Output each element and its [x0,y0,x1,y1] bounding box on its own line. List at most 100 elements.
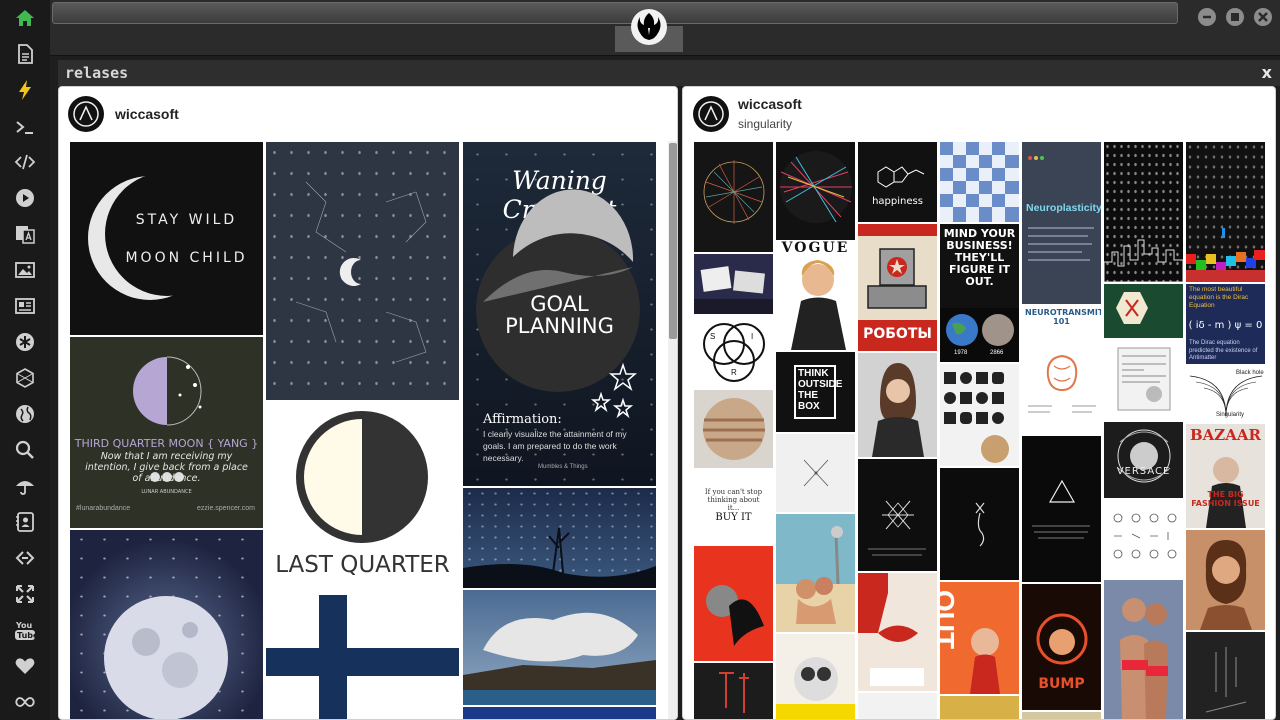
tile-out-poster[interactable]: OUT [940,582,1019,694]
tile-protest[interactable] [694,254,773,314]
search-icon[interactable] [14,439,36,461]
address-bar[interactable] [52,2,1178,24]
dirac-title: The most beautiful equation is the Dirac… [1189,286,1249,309]
tile-buy-it[interactable]: If you can't stop thinking about it... B… [694,470,773,544]
contacts-icon[interactable] [14,511,36,533]
planning-text: PLANNING [505,314,614,338]
tile-sigil[interactable] [940,468,1019,580]
tile-string-art[interactable] [694,142,773,252]
tile-light-beams[interactable] [776,142,855,252]
tile-prism-poster[interactable] [1022,436,1101,582]
tile-constellations[interactable] [266,142,459,400]
link-icon[interactable] [14,547,36,569]
tile-neuroplasticity[interactable]: Neuroplasticity [1022,142,1101,304]
minimize-button[interactable] [1198,8,1216,26]
tile-chess[interactable] [940,142,1019,222]
tile-last-quarter[interactable]: LAST QUARTER [266,402,459,593]
tile-dirac[interactable]: The most beautiful equation is the Dirac… [1186,284,1265,364]
tile-waning-crescent[interactable]: Waning Crescent GOAL PLANNING Affirmatio… [463,142,656,486]
tile-jupiter[interactable] [694,390,773,468]
moon-child-text: MOON CHILD [125,250,248,266]
tile-portrait-warm[interactable] [1186,530,1265,630]
tile-night-sky[interactable] [463,488,656,588]
close-window-button[interactable] [1254,8,1272,26]
tile-stay-wild[interactable]: STAY WILD MOON CHILD [70,142,263,335]
avatar[interactable] [68,96,104,132]
tile-blue-partial[interactable] [463,707,656,719]
expand-icon[interactable] [14,583,36,605]
terminal-icon[interactable] [14,116,36,138]
tile-versace[interactable]: VERSACE [1104,422,1183,498]
tile-alchemy-dark[interactable] [858,459,937,571]
translate-icon[interactable] [14,223,36,245]
post-author[interactable]: wiccasoft [115,106,179,122]
tile-mind-business[interactable]: MIND YOUR BUSINESS! THEY'LL FIGURE IT OU… [940,224,1019,308]
tile-bump-poster[interactable]: BUMP [1022,584,1101,710]
tile-goggles[interactable] [776,634,855,719]
infinity-icon[interactable] [14,691,36,713]
dirac-footnote: The Dirac equation predicted the existen… [1189,340,1258,361]
tile-newspaper[interactable] [1104,340,1183,420]
tile-metropolis[interactable] [940,696,1019,719]
tile-black-hole[interactable]: Black hole Singularity [1186,366,1265,422]
globe-icon[interactable] [14,403,36,425]
panel-title: relases [65,64,129,82]
rebel-logo-icon [630,8,668,46]
tile-think-outside[interactable]: THINK OUTSIDE THE BOX [776,352,855,432]
tile-symbol-chart[interactable] [1104,500,1183,578]
dirac-equation: ( iδ - m ) ψ = 0 [1188,320,1263,331]
tile-tetris[interactable] [1186,142,1265,282]
fashion-issue-text: THE BIG FASHION ISSUE [1191,490,1260,508]
tile-red-poster[interactable] [694,546,773,661]
panel-header: relases x [58,60,1280,86]
tile-earth-planet[interactable]: 1978 2866 [940,308,1019,362]
tile-third-quarter[interactable]: THIRD QUARTER MOON { YANG } Now that I a… [70,337,263,528]
year-1978: 1978 [954,350,968,356]
tile-partial-beige[interactable] [1022,712,1101,719]
tile-alphabet[interactable] [940,364,1019,466]
tile-hexagon-art[interactable] [1104,284,1183,338]
tile-lips[interactable] [858,573,937,691]
tile-robots[interactable]: РОБОТЫ [858,224,937,351]
tile-minimal-x[interactable] [776,434,855,512]
tile-finland-flag[interactable] [266,595,459,719]
tile-full-moon[interactable] [70,530,263,719]
tile-dark-sketch[interactable] [1186,632,1265,719]
play-icon[interactable] [14,187,36,209]
stay-wild-text: STAY WILD [135,212,238,228]
tile-venn[interactable]: S I R [694,316,773,388]
panel-close-button[interactable]: x [1262,63,1272,82]
heart-icon[interactable] [14,655,36,677]
asterisk-icon[interactable] [14,331,36,353]
tile-serotonin[interactable]: happiness [858,142,937,222]
black-hole-label: Black hole [1236,370,1264,376]
avatar[interactable] [693,96,729,132]
tile-vogue[interactable]: VOGUE [776,240,855,350]
buy-it-line: If you can't stop thinking about it... [704,488,763,512]
code-icon[interactable] [14,151,36,173]
youtube-icon[interactable]: You Tube [14,619,36,641]
maximize-button[interactable] [1226,8,1244,26]
lightning-icon[interactable] [14,79,36,101]
news-icon[interactable] [14,295,36,317]
tile-swimsuit[interactable] [1104,580,1183,719]
umbrella-icon[interactable] [14,475,36,497]
tile-bazaar[interactable]: BAZAAR THE BIG FASHION ISSUE [1186,424,1265,528]
sidebar: You Tube [0,0,50,720]
home-icon[interactable] [14,7,36,29]
tile-dark-calligraphy[interactable] [694,663,773,719]
bump-text: BUMP [1038,676,1085,692]
tile-volcano[interactable] [463,590,656,705]
scrollbar-thumb[interactable] [669,143,677,339]
think-text: THINK [798,368,829,379]
tile-city-night[interactable] [1104,142,1183,282]
image-icon[interactable] [14,259,36,281]
document-icon[interactable] [14,43,36,65]
tile-beach-retro[interactable] [776,514,855,632]
tile-partial-white[interactable] [858,693,937,719]
tile-woman-portrait[interactable] [858,353,937,457]
third-quarter-title: THIRD QUARTER MOON { YANG } [74,437,259,450]
post-author[interactable]: wiccasoft [738,96,802,112]
hexagon-icon[interactable] [14,367,36,389]
tile-neurotransmitters[interactable]: NEUROTRANSMITTERS 101 [1022,306,1101,434]
